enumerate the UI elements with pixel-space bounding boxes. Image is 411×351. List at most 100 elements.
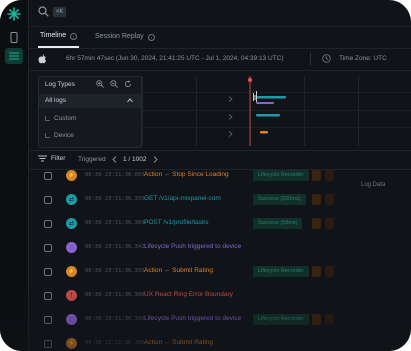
row-action-button[interactable] bbox=[325, 218, 334, 229]
network-icon: ⇄ bbox=[66, 218, 77, 229]
event-row[interactable]: ⚡ 06:30 23:31:36.305 Action ← Submit Ratin… bbox=[28, 333, 411, 351]
row-checkbox[interactable] bbox=[44, 220, 52, 228]
side-label: Log Data bbox=[361, 182, 386, 188]
tab-timeline[interactable]: Timeline i bbox=[38, 26, 80, 48]
log-type-all[interactable]: All logs bbox=[39, 94, 141, 108]
event-text: UX React Ring Error Boundary bbox=[144, 291, 233, 298]
tab-session-replay[interactable]: Session Replay i bbox=[95, 26, 155, 48]
event-time: 06:30 23:31:36.305 bbox=[85, 340, 145, 346]
pagination: 1 / 1002 bbox=[112, 154, 158, 164]
status-badge: Lifecycle Recorder bbox=[253, 266, 309, 277]
divider bbox=[310, 53, 311, 65]
event-text: Lifecycle Push triggered to device bbox=[144, 315, 242, 322]
filter-button[interactable]: Filter bbox=[38, 155, 65, 162]
chevron-right-icon bbox=[228, 114, 233, 120]
page-indicator: 1 / 1002 bbox=[123, 155, 147, 163]
log-type-device[interactable]: Device bbox=[39, 129, 141, 143]
event-text: Lifecycle Push triggered to device bbox=[144, 243, 242, 250]
reset-icon[interactable] bbox=[124, 80, 132, 88]
error-icon: ! bbox=[66, 290, 77, 301]
event-row[interactable]: ⚡ 06:30 23:31:36.305 Action ← Submit Ratin… bbox=[28, 261, 411, 284]
row-checkbox[interactable] bbox=[44, 244, 52, 252]
event-time: 06:30 23:31:36.309 bbox=[85, 220, 145, 226]
top-bar: ⌘K bbox=[28, 0, 411, 27]
log-type-device-label: Device bbox=[54, 132, 74, 139]
list-icon bbox=[9, 52, 19, 60]
row-checkbox[interactable] bbox=[44, 340, 52, 348]
nav-logs[interactable] bbox=[5, 48, 23, 64]
event-time: 06:30 23:31:36.305 bbox=[85, 268, 145, 274]
row-checkbox[interactable] bbox=[44, 268, 52, 276]
event-time: 06:30 23:31:36.306 bbox=[85, 292, 145, 298]
session-info: 6hr 57min 47sec (Jun 30, 2024, 21:41:25 … bbox=[28, 48, 411, 71]
tab-timeline-label: Timeline bbox=[40, 32, 67, 39]
event-row[interactable]: ⇄ 06:30 23:31:36.305 GET /v1/api-mixpanel-… bbox=[28, 189, 411, 212]
event-row[interactable]: ◌ 06:30 23:31:36.342 Lifecycle Push trigge… bbox=[28, 237, 411, 260]
log-type-all-label: All logs bbox=[45, 97, 66, 104]
filter-icon bbox=[38, 155, 47, 162]
event-text: POST /v1/profile/tasks bbox=[144, 219, 209, 226]
event-text: Action ← Stop Since Loading bbox=[144, 171, 229, 178]
chevron-left-icon[interactable] bbox=[112, 155, 117, 163]
filter-label: Filter bbox=[51, 155, 66, 162]
bolt-icon: ⚡ bbox=[66, 266, 77, 277]
status-badge: Success (58ms) bbox=[253, 218, 303, 229]
timeline-chart[interactable] bbox=[142, 76, 411, 146]
event-row[interactable]: ⚡ 06:30 23:31:36.805 Action ← Stop Since L… bbox=[28, 165, 411, 188]
chevron-up-icon bbox=[127, 98, 133, 103]
phone-icon bbox=[10, 31, 18, 43]
tab-bar: Timeline i Session Replay i bbox=[28, 26, 411, 49]
clock-icon bbox=[322, 54, 331, 63]
logo-icon bbox=[7, 7, 21, 21]
chevron-right-icon bbox=[228, 131, 233, 137]
nav-device[interactable] bbox=[5, 29, 23, 45]
event-row[interactable]: ! 06:30 23:31:36.306 UX React Ring Error B… bbox=[28, 285, 411, 308]
event-text: GET /v1/api-mixpanel-com bbox=[144, 195, 221, 202]
event-row[interactable]: ⇄ 06:30 23:31:36.309 POST /v1/profile/task… bbox=[28, 213, 411, 236]
row-action-button[interactable] bbox=[312, 314, 321, 325]
row-action-button[interactable] bbox=[312, 218, 321, 229]
lifecycle-icon: ◌ bbox=[66, 242, 77, 253]
zoom-in-icon[interactable] bbox=[96, 80, 104, 88]
network-icon: ⇄ bbox=[66, 194, 77, 205]
row-checkbox[interactable] bbox=[44, 196, 52, 204]
info-icon: i bbox=[147, 33, 155, 41]
timeline-marker bbox=[247, 76, 286, 146]
event-list: ⚡ 06:30 23:31:36.805 Action ← Stop Since L… bbox=[28, 168, 411, 351]
search-icon[interactable] bbox=[38, 6, 49, 17]
log-type-custom[interactable]: Custom bbox=[39, 112, 141, 126]
tree-branch-icon bbox=[45, 116, 50, 121]
status-badge: Lifecycle Recorder bbox=[253, 314, 309, 325]
event-time: 06:30 23:31:36.342 bbox=[85, 244, 145, 250]
info-icon: i bbox=[70, 32, 78, 40]
tab-session-replay-label: Session Replay bbox=[95, 33, 144, 40]
chevron-right-icon bbox=[228, 96, 233, 102]
event-time: 06:30 23:31:36.305 bbox=[85, 196, 145, 202]
bolt-icon: ⚡ bbox=[66, 338, 77, 349]
row-checkbox[interactable] bbox=[44, 316, 52, 324]
triggered-label: Triggered bbox=[78, 156, 106, 163]
event-time: 06:30 23:31:36.305 bbox=[85, 316, 145, 322]
event-time: 06:30 23:31:36.805 bbox=[85, 172, 145, 178]
log-types-title: Log Types bbox=[45, 81, 75, 88]
row-action-button[interactable] bbox=[325, 314, 334, 325]
apple-icon bbox=[38, 54, 47, 64]
status-badge: Success (200ms) bbox=[253, 194, 306, 205]
event-text: Action ← Submit Rating bbox=[144, 339, 214, 346]
row-action-button[interactable] bbox=[325, 170, 334, 181]
row-action-button[interactable] bbox=[325, 194, 334, 205]
timezone-label[interactable]: Time Zone: UTC bbox=[339, 55, 387, 62]
row-action-button[interactable] bbox=[312, 170, 321, 181]
row-action-button[interactable] bbox=[325, 266, 334, 277]
row-checkbox[interactable] bbox=[44, 172, 52, 180]
log-types-panel: Log Types All logs Custom Device bbox=[38, 76, 142, 148]
row-action-button[interactable] bbox=[312, 194, 321, 205]
row-checkbox[interactable] bbox=[44, 292, 52, 300]
status-badge: Lifecycle Recorder bbox=[253, 170, 309, 181]
zoom-out-icon[interactable] bbox=[110, 80, 118, 88]
chevron-right-icon[interactable] bbox=[153, 155, 158, 163]
event-row[interactable]: ◌ 06:30 23:31:36.305 Lifecycle Push trigge… bbox=[28, 309, 411, 332]
left-rail bbox=[0, 0, 29, 351]
row-action-button[interactable] bbox=[312, 266, 321, 277]
tree-branch-icon bbox=[45, 133, 50, 138]
